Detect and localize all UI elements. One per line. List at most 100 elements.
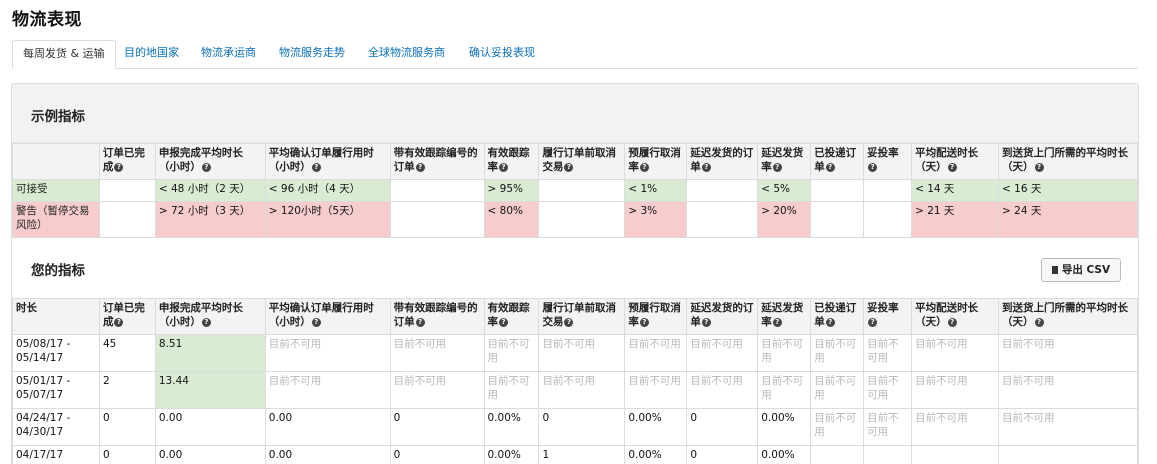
metric-cell: 目前不可用 [539,372,625,409]
metric-cell: 目前不可用 [758,372,811,409]
help-icon[interactable]: ? [312,318,321,327]
metric-cell: 目前不可用 [912,335,999,372]
your-header-7: 预履行取消率? [625,299,687,335]
example-header-5: 有效跟踪率? [484,144,539,180]
tab-weekly-shipping[interactable]: 每周发货 & 运输 [12,40,116,69]
header-label: 订单已完成 [103,302,145,328]
help-icon[interactable]: ? [114,163,123,172]
example-header-8: 延迟发货的订单? [687,144,758,180]
threshold-cell [99,202,155,238]
tab-carrier[interactable]: 物流承运商 [201,40,256,66]
header-label: 延迟发货率 [761,147,803,173]
header-label: 妥投率 [867,302,899,314]
example-metrics-table: 订单已完成?申报完成平均时长（小时）?平均确认订单履行用时（小时）?带有效跟踪编… [12,143,1138,238]
example-header-6: 履行订单前取消交易? [539,144,625,180]
your-header-10: 已投递订单? [811,299,864,335]
metric-cell: 1 [539,446,625,464]
header-label: 到送货上门所需的平均时长（天） [1002,302,1128,328]
help-icon[interactable]: ? [948,163,957,172]
help-icon[interactable]: ? [826,163,835,172]
help-icon[interactable]: ? [702,318,711,327]
help-icon[interactable]: ? [564,318,573,327]
threshold-cell [687,202,758,238]
help-icon[interactable]: ? [868,163,877,172]
your-header-1: 订单已完成? [99,299,155,335]
threshold-cell: < 14 天 [912,180,999,202]
example-header-13: 到送货上门所需的平均时长（天）? [999,144,1138,180]
threshold-cell: < 96 小时（4 天） [265,180,390,202]
help-icon[interactable]: ? [868,318,877,327]
metric-cell: 0 [390,409,484,446]
help-icon[interactable]: ? [499,163,508,172]
example-header-2: 申报完成平均时长（小时）? [155,144,265,180]
help-icon[interactable]: ? [202,163,211,172]
threshold-cell [811,180,864,202]
row-label: 警告（暂停交易风险） [13,202,100,238]
metric-cell: 目前不可用 [390,372,484,409]
help-icon[interactable]: ? [1035,318,1044,327]
metric-cell: 0.00% [758,409,811,446]
help-icon[interactable]: ? [499,318,508,327]
help-icon[interactable]: ? [114,318,123,327]
help-icon[interactable]: ? [416,318,425,327]
help-icon[interactable]: ? [416,163,425,172]
header-label: 履行订单前取消交易 [542,147,616,173]
example-header-11: 妥投率? [864,144,912,180]
time-header: 时长 [13,299,100,335]
your-header-13: 到送货上门所需的平均时长（天）? [999,299,1138,335]
tab-service-trend[interactable]: 物流服务走势 [279,40,345,66]
metric-cell: 0.00 [155,446,265,464]
help-icon[interactable]: ? [640,163,649,172]
header-label: 带有效跟踪编号的订单 [394,147,478,173]
header-label: 平均配送时长（天） [915,147,978,173]
help-icon[interactable]: ? [202,318,211,327]
acceptable-row: 可接受< 48 小时（2 天）< 96 小时（4 天）> 95%< 1%< 5%… [13,180,1138,202]
help-icon[interactable]: ? [640,318,649,327]
threshold-cell [864,202,912,238]
header-label: 平均确认订单履行用时（小时） [269,302,374,328]
help-icon[interactable]: ? [826,318,835,327]
tab-destination-country[interactable]: 目的地国家 [124,40,179,66]
help-icon[interactable]: ? [564,163,573,172]
help-icon[interactable]: ? [773,318,782,327]
example-metrics-title: 示例指标 [31,105,85,125]
header-label: 申报完成平均时长（小时） [159,147,243,173]
export-csv-button[interactable]: 导出 CSV [1041,258,1121,282]
tab-global-provider[interactable]: 全球物流服务商 [368,40,445,66]
metric-cell: 2 [99,372,155,409]
metric-cell: 目前不可用 [265,335,390,372]
help-icon[interactable]: ? [312,163,321,172]
header-label: 已投递订单 [814,147,856,173]
header-label: 申报完成平均时长（小时） [159,302,243,328]
help-icon[interactable]: ? [1035,163,1044,172]
metric-cell: 0 [390,446,484,464]
header-label: 延迟发货的订单 [690,302,753,328]
table-row: 05/01/17 - 05/07/17213.44目前不可用目前不可用目前不可用… [13,372,1138,409]
metric-cell: 目前不可用 [811,372,864,409]
tab-delivery-confirmation[interactable]: 确认妥投表现 [469,40,535,66]
help-icon[interactable]: ? [948,318,957,327]
help-icon[interactable]: ? [773,163,782,172]
threshold-cell: < 1% [625,180,687,202]
threshold-cell [539,202,625,238]
metric-cell: 目前不可用 [864,335,912,372]
document-icon [1052,266,1058,274]
metric-cell: 目前不可用 [687,372,758,409]
threshold-cell: > 72 小时（3 天） [155,202,265,238]
metric-cell: 45 [99,335,155,372]
example-header-7: 预履行取消率? [625,144,687,180]
header-label: 延迟发货率 [761,302,803,328]
threshold-cell: > 21 天 [912,202,999,238]
header-label: 带有效跟踪编号的订单 [394,302,478,328]
header-label: 订单已完成 [103,147,145,173]
example-header-0 [13,144,100,180]
period-cell: 05/01/17 - 05/07/17 [13,372,100,409]
period-cell: 04/24/17 - 04/30/17 [13,409,100,446]
page-title: 物流表现 [12,5,82,30]
metric-cell: 0.00 [265,446,390,464]
metric-cell: 目前不可用 [811,335,864,372]
help-icon[interactable]: ? [702,163,711,172]
your-metrics-table: 时长订单已完成?申报完成平均时长（小时）?平均确认订单履行用时（小时）?带有效跟… [12,298,1138,464]
metric-cell: 0 [99,446,155,464]
header-label: 预履行取消率 [628,147,681,173]
